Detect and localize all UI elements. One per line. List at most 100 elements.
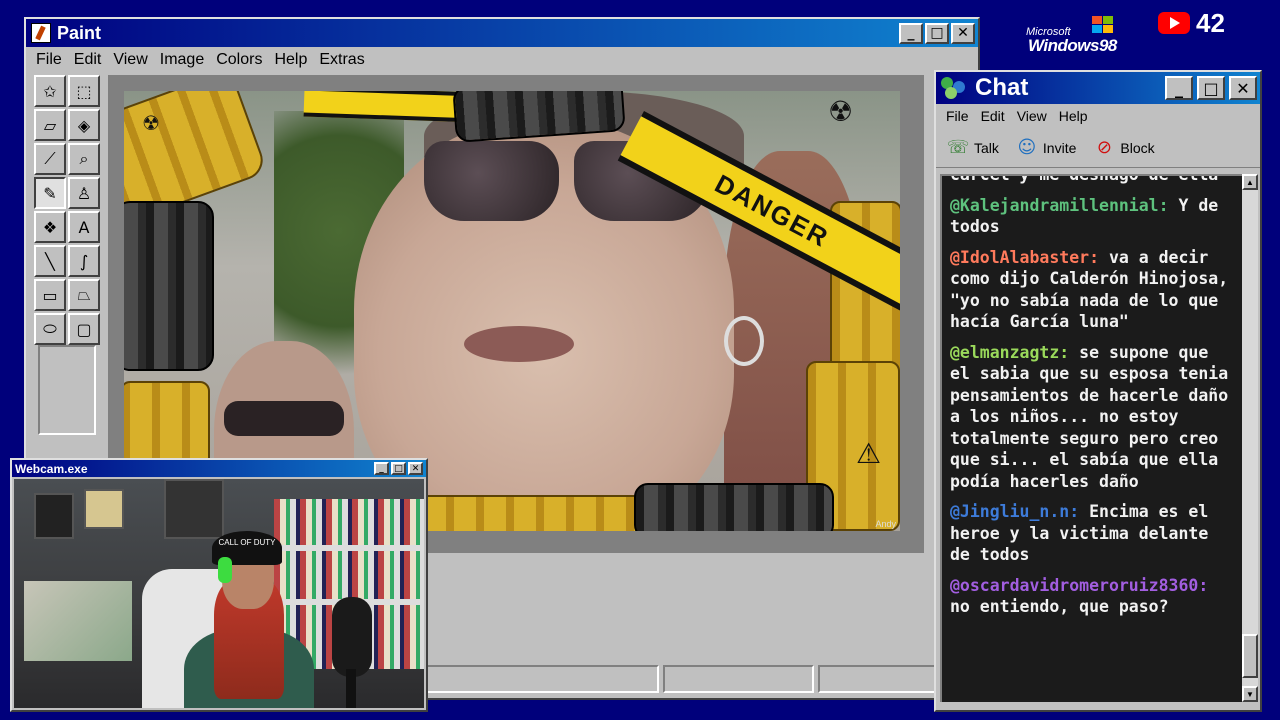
photo-earring (724, 316, 764, 366)
webcam-feed: CALL OF DUTY (14, 479, 424, 708)
close-button[interactable]: ✕ (951, 22, 975, 44)
status-position-cell (662, 665, 815, 693)
scroll-thumb[interactable] (1242, 634, 1258, 678)
line-icon[interactable]: ╲ (34, 245, 66, 277)
color-picker-icon[interactable]: ⟋ (34, 143, 66, 175)
paint-titlebar[interactable]: Paint _ □ ✕ (26, 19, 978, 47)
webcam-title: Webcam.exe (15, 461, 88, 476)
menu-extras[interactable]: Extras (313, 51, 370, 69)
talk-label: Talk (974, 139, 999, 156)
chat-log[interactable]: carcel y me deshago de ella @Kalejandram… (940, 174, 1242, 702)
microphone (332, 597, 372, 677)
chat-message: @IdolAlabaster: va a decir como dijo Cal… (950, 247, 1236, 333)
curve-icon[interactable]: ∫ (68, 245, 100, 277)
chat-menubar: File Edit View Help (936, 104, 1260, 128)
chat-username[interactable]: @Jingliu_n.n: (950, 502, 1079, 521)
maximize-button[interactable]: □ (1197, 76, 1225, 100)
chat-message: @Kalejandramillennial: Y de todos (950, 195, 1236, 238)
rect-select-icon[interactable]: ⬚ (68, 75, 100, 107)
chat-message: @elmanzagtz: se supone que el sabia que … (950, 342, 1236, 493)
chat-menu-file[interactable]: File (940, 108, 975, 124)
photo-mouth (464, 326, 574, 362)
rectangle-icon[interactable]: ▭ (34, 279, 66, 311)
chat-username[interactable]: @oscardavidromeroruiz8360: (950, 576, 1208, 595)
menu-image[interactable]: Image (154, 51, 210, 69)
chat-message-text: no entiendo, que paso? (950, 597, 1169, 616)
airbrush-icon[interactable]: ❖ (34, 211, 66, 243)
invite-icon: ☺ (1017, 137, 1037, 158)
close-button[interactable]: ✕ (408, 462, 423, 475)
talk-icon: ☏ (946, 137, 970, 158)
chat-username[interactable]: @elmanzagtz: (950, 343, 1069, 362)
chat-people-icon (939, 75, 969, 101)
chat-username[interactable]: @Kalejandramillennial: (950, 196, 1169, 215)
radiation-icon: ☢ (142, 111, 160, 135)
rounded-rect-icon[interactable]: ▢ (68, 313, 100, 345)
chat-titlebar[interactable]: Chat _ □ ✕ (936, 72, 1260, 104)
close-button[interactable]: ✕ (1229, 76, 1257, 100)
block-label: Block (1120, 139, 1155, 156)
menu-view[interactable]: View (107, 51, 153, 69)
invite-button[interactable]: ☺ Invite (1015, 137, 1077, 159)
block-icon: ⊘ (1096, 137, 1112, 158)
windows98-logo: Microsoft Windows98 (1022, 14, 1162, 62)
wall-frame (34, 493, 74, 539)
menu-colors[interactable]: Colors (210, 51, 268, 69)
windows-flag-icon (1092, 16, 1114, 34)
chat-toolbar: ☏ Talk ☺ Invite ⊘ Block (936, 128, 1260, 168)
chat-message: @oscardavidromeroruiz8360: no entiendo, … (950, 575, 1236, 618)
black-barrel-left (124, 201, 214, 371)
radiation-icon: ☢ (828, 95, 854, 128)
chat-message-text: se supone que el sabia que su esposa ten… (950, 342, 1229, 491)
black-barrel-bottom (634, 483, 834, 531)
youtube-icon (1158, 12, 1190, 34)
text-icon[interactable]: A (68, 211, 100, 243)
chat-menu-help[interactable]: Help (1053, 108, 1094, 124)
chat-username[interactable]: @IdolAlabaster: (950, 248, 1099, 267)
minimize-button[interactable]: _ (374, 462, 389, 475)
menu-edit[interactable]: Edit (68, 51, 108, 69)
invite-label: Invite (1042, 139, 1077, 156)
streamer: CALL OF DUTY (174, 531, 314, 708)
paint-title: Paint (57, 22, 102, 43)
minimize-button[interactable]: _ (899, 22, 923, 44)
youtube-viewer-count: 42 (1196, 8, 1225, 38)
youtube-plaque (84, 489, 124, 529)
hazard-icon: ⚠ (856, 437, 882, 470)
maximize-button[interactable]: □ (391, 462, 406, 475)
minimize-button[interactable]: _ (1165, 76, 1193, 100)
windows98-label: Windows98 (1028, 36, 1117, 55)
maximize-button[interactable]: □ (925, 22, 949, 44)
chat-scrollbar[interactable]: ▲ ▼ (1242, 174, 1258, 702)
chat-message-partial: carcel y me deshago de ella (950, 174, 1219, 184)
magnifier-icon[interactable]: ⌕ (68, 143, 100, 175)
free-select-icon[interactable]: ✩ (34, 75, 66, 107)
chat-title: Chat (975, 74, 1029, 101)
polygon-icon[interactable]: ⏢ (68, 279, 100, 311)
paint-app-icon (31, 23, 51, 43)
chat-menu-edit[interactable]: Edit (975, 108, 1011, 124)
chat-message: @Jingliu_n.n: Encima es el heroe y la vi… (950, 501, 1236, 566)
yellow-barrel-bottom (414, 495, 644, 531)
pencil-icon[interactable]: ✎ (34, 177, 66, 209)
tool-options-panel[interactable] (38, 345, 96, 435)
wall-poster (24, 581, 132, 661)
brush-icon[interactable]: ♙ (68, 177, 100, 209)
canvas-credit: Andy (875, 519, 896, 529)
menu-help[interactable]: Help (268, 51, 313, 69)
chat-window: Chat _ □ ✕ File Edit View Help ☏ Talk ☺ … (934, 70, 1262, 712)
toolbox: ✩ ⬚ ▱ ◈ ⟋ ⌕ ✎ ♙ ❖ A ╲ ∫ ▭ ⏢ ⬭ ▢ (34, 75, 102, 345)
chat-menu-view[interactable]: View (1011, 108, 1053, 124)
fill-icon[interactable]: ◈ (68, 109, 100, 141)
eraser-icon[interactable]: ▱ (34, 109, 66, 141)
ellipse-icon[interactable]: ⬭ (34, 313, 66, 345)
headset (218, 557, 232, 583)
webcam-titlebar[interactable]: Webcam.exe _ □ ✕ (12, 460, 426, 477)
menu-file[interactable]: File (30, 51, 68, 69)
wall-figure (164, 479, 224, 539)
scroll-up-arrow-icon[interactable]: ▲ (1242, 174, 1258, 190)
talk-button[interactable]: ☏ Talk (946, 137, 999, 159)
block-button[interactable]: ⊘ Block (1092, 137, 1155, 159)
scroll-down-arrow-icon[interactable]: ▼ (1242, 686, 1258, 702)
paint-menubar: File Edit View Image Colors Help Extras (26, 47, 978, 73)
